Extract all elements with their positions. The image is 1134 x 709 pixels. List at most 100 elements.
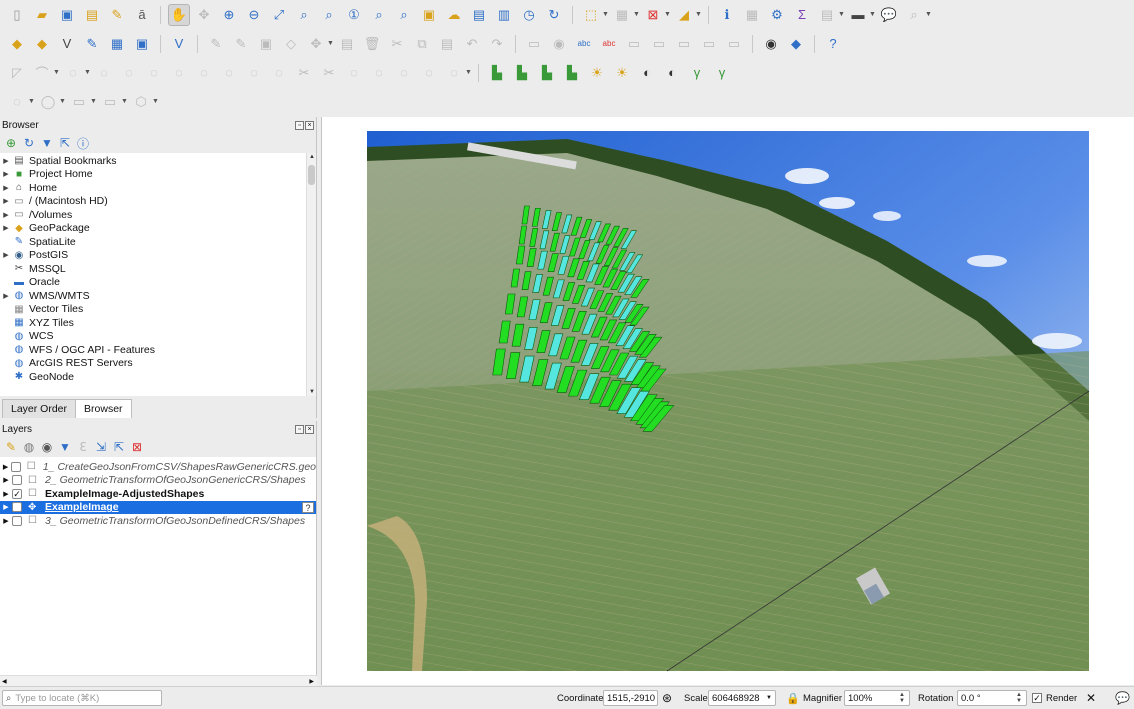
- browser-item[interactable]: ▶ ◆ GeoPackage: [0, 222, 316, 236]
- float-panel-icon[interactable]: ▫: [295, 120, 304, 130]
- locator-icon[interactable]: ⌕: [903, 4, 925, 26]
- collapse-all-icon[interactable]: ⇱: [58, 136, 72, 150]
- expand-arrow-icon[interactable]: ▶: [0, 517, 12, 525]
- browser-item[interactable]: ▶ ▤ Spatial Bookmarks: [0, 154, 316, 168]
- rotate-symbols-icon[interactable]: ◌: [393, 62, 415, 84]
- zoom-out-icon[interactable]: ⊖: [243, 4, 265, 26]
- browser-item[interactable]: ▶ ■ Project Home: [0, 168, 316, 182]
- manage-visibility-icon[interactable]: ◉: [40, 440, 54, 454]
- label-style-icon[interactable]: ◉: [548, 33, 570, 55]
- redo-icon[interactable]: ↷: [486, 33, 508, 55]
- layer-visibility-checkbox[interactable]: [12, 515, 22, 526]
- digitize-regular-polygon-icon[interactable]: ⬡: [130, 91, 152, 113]
- refresh-icon[interactable]: ↻: [543, 4, 565, 26]
- zoom-in-icon[interactable]: ⊕: [218, 4, 240, 26]
- merge-features-icon[interactable]: ◌: [343, 62, 365, 84]
- browser-item[interactable]: ◍ ArcGIS REST Servers: [0, 357, 316, 371]
- layer-visibility-checkbox[interactable]: ✓: [12, 488, 22, 499]
- offset-curve-icon[interactable]: ◌: [268, 62, 290, 84]
- locate-search-field[interactable]: ⌕ Type to locate (⌘K): [2, 690, 162, 706]
- rotate-feature-icon[interactable]: ◌: [62, 62, 84, 84]
- deselect-features-icon[interactable]: ⊠: [642, 4, 664, 26]
- collapse-all-layers-icon[interactable]: ⇱: [112, 440, 126, 454]
- close-panel-icon[interactable]: ×: [305, 424, 314, 434]
- identify-features-icon[interactable]: ℹ: [716, 4, 738, 26]
- add-delimited-text-icon[interactable]: V: [56, 33, 78, 55]
- expand-arrow-icon[interactable]: ▶: [0, 170, 12, 178]
- label-abc-red-icon[interactable]: abc: [598, 33, 620, 55]
- temporal-controller-icon[interactable]: ◷: [518, 4, 540, 26]
- new-3d-map-icon[interactable]: ☁: [443, 4, 465, 26]
- browser-item[interactable]: ✱ GeoNode: [0, 370, 316, 384]
- select-by-value-icon[interactable]: ▦: [611, 4, 633, 26]
- filter-legend-icon[interactable]: ▼: [58, 440, 72, 454]
- browser-item[interactable]: ▬ Oracle: [0, 276, 316, 290]
- filter-browser-icon[interactable]: ▼: [40, 136, 54, 150]
- decrease-brightness-icon[interactable]: ☀: [611, 62, 633, 84]
- close-panel-icon[interactable]: ×: [305, 120, 314, 130]
- layout-manager-icon[interactable]: ✎: [106, 4, 128, 26]
- add-vector-layer-icon[interactable]: ◆: [6, 33, 28, 55]
- expand-arrow-icon[interactable]: ▶: [0, 211, 12, 219]
- pan-map-icon[interactable]: ✋: [168, 3, 190, 26]
- save-project-icon[interactable]: ▣: [56, 4, 78, 26]
- digitize-rectangle-icon[interactable]: ▭: [68, 91, 90, 113]
- vertex-tool-icon[interactable]: ✥: [305, 33, 327, 55]
- browser-item[interactable]: ✂ MSSQL: [0, 262, 316, 276]
- zoom-to-layer-icon[interactable]: ⌕: [318, 4, 340, 26]
- attribute-table-icon[interactable]: ▦: [741, 4, 763, 26]
- extents-toggle-icon[interactable]: ⊛: [662, 691, 672, 705]
- browser-item[interactable]: ▦ XYZ Tiles: [0, 316, 316, 330]
- pin-labels-icon[interactable]: ▭: [623, 33, 645, 55]
- undo-icon[interactable]: ↶: [461, 33, 483, 55]
- scale-select[interactable]: 606468928 ▼: [708, 690, 776, 706]
- raster-histogram-icon[interactable]: ▙: [486, 62, 508, 84]
- filter-by-expression-icon[interactable]: ℇ: [76, 440, 90, 454]
- expand-arrow-icon[interactable]: ▶: [0, 463, 11, 471]
- browser-item[interactable]: ▶ ⌂ Home: [0, 181, 316, 195]
- label-toolbar-icon[interactable]: ▭: [523, 33, 545, 55]
- cut-features-icon[interactable]: ✂: [386, 33, 408, 55]
- unknown-crs-icon[interactable]: ?: [302, 501, 314, 513]
- zoom-last-icon[interactable]: ⌕: [368, 4, 390, 26]
- simplify-icon[interactable]: ◌: [93, 62, 115, 84]
- rotate-label-icon[interactable]: ▭: [698, 33, 720, 55]
- layer-styling-icon[interactable]: ✎: [4, 440, 18, 454]
- decrease-contrast-icon[interactable]: ◐: [661, 62, 683, 84]
- zoom-native-icon[interactable]: ①: [343, 4, 365, 26]
- delete-part-icon[interactable]: ◌: [218, 62, 240, 84]
- pan-to-selection-icon[interactable]: ✥: [193, 4, 215, 26]
- change-label-icon[interactable]: ▭: [723, 33, 745, 55]
- processing-toolbox-icon[interactable]: ⚙: [766, 4, 788, 26]
- stretch-histogram-icon[interactable]: ▙: [561, 62, 583, 84]
- magnifier-spinbox[interactable]: 100% ▲ ▼: [844, 690, 910, 706]
- add-wms-icon[interactable]: ▦: [106, 33, 128, 55]
- browser-item[interactable]: ▶ ◍ WMS/WMTS: [0, 289, 316, 303]
- layer-visibility-checkbox[interactable]: ✓: [12, 502, 22, 513]
- expand-arrow-icon[interactable]: ▶: [0, 184, 12, 192]
- delete-ring-icon[interactable]: ◌: [193, 62, 215, 84]
- local-histogram-icon[interactable]: ▙: [511, 62, 533, 84]
- browser-item[interactable]: ◍ WCS: [0, 330, 316, 344]
- add-spatialite-icon[interactable]: ✎: [81, 33, 103, 55]
- digitize-polygon-icon[interactable]: ▭: [99, 91, 121, 113]
- curve-tool-icon[interactable]: ⌒: [31, 62, 53, 84]
- browser-item[interactable]: ◍ WFS / OGC API - Features: [0, 343, 316, 357]
- show-bookmarks-icon[interactable]: ▥: [493, 4, 515, 26]
- add-part-icon[interactable]: ◌: [143, 62, 165, 84]
- browser-item[interactable]: ▦ Vector Tiles: [0, 303, 316, 317]
- zoom-full-icon[interactable]: ⤢: [268, 4, 290, 26]
- render-checkbox[interactable]: ✓: [1032, 693, 1042, 703]
- browser-scrollbar[interactable]: ▲ ▼: [306, 153, 316, 396]
- add-layer-icon[interactable]: V: [168, 33, 190, 55]
- add-ring-icon[interactable]: ◌: [118, 62, 140, 84]
- layer-row[interactable]: ▶ ☐ 3_ GeometricTransformOfGeoJsonDefinedC…: [0, 514, 316, 528]
- expand-arrow-icon[interactable]: ▶: [0, 476, 12, 484]
- map-tips-icon[interactable]: 💬: [878, 4, 900, 26]
- increase-gamma-icon[interactable]: γ: [686, 62, 708, 84]
- split-features-icon[interactable]: ✂: [293, 62, 315, 84]
- browser-item[interactable]: ✎ SpatiaLite: [0, 235, 316, 249]
- offset-point-icon[interactable]: ◌: [418, 62, 440, 84]
- expand-arrow-icon[interactable]: ▶: [0, 490, 12, 498]
- measure-line-icon[interactable]: ▬: [847, 4, 869, 26]
